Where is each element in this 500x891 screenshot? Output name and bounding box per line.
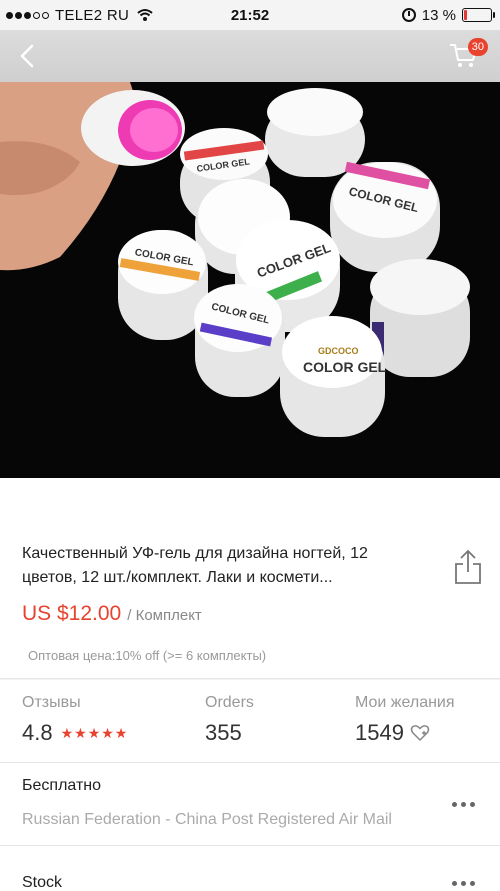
shipping-method: Russian Federation - China Post Register… xyxy=(22,811,392,828)
jar-brand-text: GDCOCO xyxy=(318,346,359,356)
shipping-section[interactable]: Бесплатно Russian Federation - China Pos… xyxy=(0,763,500,845)
wholesale-price-note: Оптовая цена:10% off (>= 6 комплекты) xyxy=(28,648,267,663)
divider xyxy=(0,678,500,679)
rating-stars-icon: ★★★★★ xyxy=(60,724,129,741)
wishlist-label: Мои желания xyxy=(355,694,455,711)
rating-value: 4.8 xyxy=(22,720,53,745)
cart-button[interactable]: 30 xyxy=(448,38,488,72)
status-bar: TELE2 RU 21:52 13 % xyxy=(0,0,500,30)
stock-label: Stock xyxy=(22,874,63,891)
stock-more-icon[interactable] xyxy=(452,878,478,888)
product-title[interactable]: Качественный УФ-гель для дизайна ногтей,… xyxy=(22,542,422,590)
nav-bar: 30 xyxy=(0,30,500,82)
price-unit: / Комплект xyxy=(127,607,202,624)
product-info: Качественный УФ-гель для дизайна ногтей,… xyxy=(0,478,500,678)
signal-strength-icon xyxy=(6,11,49,19)
battery-icon xyxy=(462,8,495,22)
shipping-more-icon[interactable] xyxy=(452,799,478,809)
orders-label: Orders xyxy=(205,694,254,711)
battery-percent: 13 % xyxy=(421,6,456,24)
wishlist-count: 1549 xyxy=(355,720,404,745)
wifi-icon xyxy=(137,9,153,21)
heart-icon[interactable] xyxy=(410,724,430,742)
product-stats: Отзывы 4.8 ★★★★★ Orders 355 Мои желания … xyxy=(0,680,500,762)
reviews-stat[interactable]: Отзывы 4.8 ★★★★★ xyxy=(22,694,128,746)
orders-count: 355 xyxy=(205,720,242,745)
alarm-icon xyxy=(401,8,416,22)
product-image[interactable]: COLOR GEL GDCOCO COLOR GEL COLOR GEL COL… xyxy=(0,82,500,478)
shipping-cost: Бесплатно xyxy=(22,777,102,794)
jar-label-text: COLOR GEL xyxy=(303,359,387,375)
wishlist-stat[interactable]: Мои желания 1549 xyxy=(355,694,455,746)
reviews-label: Отзывы xyxy=(22,694,81,711)
back-button[interactable] xyxy=(10,38,46,74)
share-button[interactable] xyxy=(452,548,484,586)
cart-count-badge: 30 xyxy=(467,38,488,56)
carrier-name: TELE2 RU xyxy=(55,6,130,24)
orders-stat: Orders 355 xyxy=(205,694,254,746)
stock-section[interactable]: Stock xyxy=(0,846,500,891)
product-price: US $12.00 xyxy=(22,602,122,625)
